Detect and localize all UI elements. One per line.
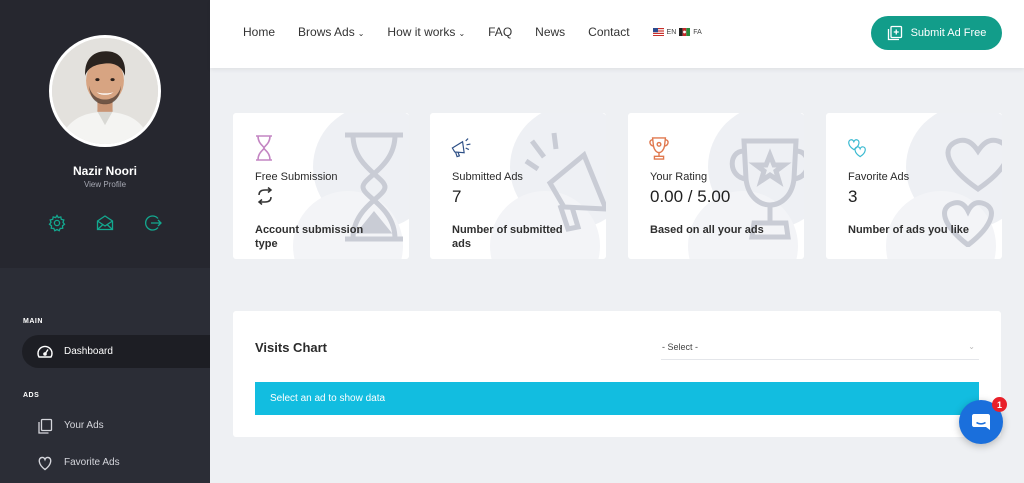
menu-item-browse-ads[interactable]: Brows Ads ⌄: [298, 25, 364, 39]
envelope-icon[interactable]: [95, 213, 115, 233]
chevron-down-icon: ⌄: [968, 342, 975, 351]
visits-chart-panel: Visits Chart - Select - ⌄ Select an ad t…: [233, 311, 1001, 437]
hearts-small-icon: [846, 134, 868, 162]
card-description: Number of ads you like: [848, 224, 970, 236]
card-title: Your Rating: [650, 171, 708, 183]
menu-item-faq[interactable]: FAQ: [488, 25, 512, 39]
af-flag-icon[interactable]: [679, 28, 691, 36]
sidebar-item-label: Dashboard: [64, 346, 113, 357]
profile-panel: Nazir Noori View Profile: [0, 0, 210, 268]
card-title: Favorite Ads: [848, 171, 910, 183]
select-value: - Select -: [662, 342, 699, 352]
language-switcher: EN FA: [652, 28, 702, 36]
card-free-submission: Free Submission Account submission type: [233, 113, 409, 259]
logout-icon[interactable]: [143, 213, 163, 233]
profile-name: Nazir Noori: [72, 164, 137, 178]
dashboard-gauge-icon: [36, 343, 54, 361]
menu-item-home[interactable]: Home: [243, 25, 275, 39]
megaphone-small-icon: [450, 134, 472, 162]
sidebar-item-dashboard[interactable]: Dashboard: [22, 335, 210, 368]
card-value: 7: [452, 187, 462, 206]
top-navbar: Home Brows Ads ⌄ How it works ⌄ FAQ News C…: [210, 0, 1024, 68]
gear-icon[interactable]: [47, 213, 67, 233]
card-description: Number of submitted ads: [452, 224, 563, 250]
hourglass-small-icon: [253, 134, 275, 162]
menu-item-contact[interactable]: Contact: [588, 25, 629, 39]
profile-actions: [47, 213, 163, 233]
main-menu: Home Brows Ads ⌄ How it works ⌄ FAQ News C…: [243, 25, 702, 39]
sidebar: Nazir Noori View Profile MAIN Dashboard …: [0, 0, 210, 483]
chevron-down-icon: ⌄: [458, 29, 466, 38]
language-en[interactable]: EN: [667, 29, 677, 36]
menu-item-news[interactable]: News: [535, 25, 565, 39]
card-favorite-ads: Favorite Ads 3 Number of ads you like: [826, 113, 1002, 259]
sidebar-item-label: Favorite Ads: [64, 457, 120, 468]
info-message: Select an ad to show data: [270, 393, 386, 404]
card-value: 0.00 / 5.00: [650, 187, 731, 206]
section-label-ads: ADS: [23, 392, 40, 399]
us-flag-icon[interactable]: [652, 28, 664, 36]
chat-notification-badge: 1: [992, 397, 1007, 412]
chevron-down-icon: ⌄: [357, 29, 365, 38]
menu-item-how-it-works[interactable]: How it works ⌄: [387, 25, 465, 39]
submit-ad-button[interactable]: Submit Ad Free: [871, 16, 1002, 50]
sidebar-item-favorite-ads[interactable]: Favorite Ads: [22, 446, 210, 479]
copy-icon: [36, 417, 54, 435]
ad-select-dropdown[interactable]: - Select - ⌄: [661, 338, 979, 360]
card-submitted-ads: Submitted Ads 7 Number of submitted ads: [430, 113, 606, 259]
heart-icon: [36, 454, 54, 472]
card-your-rating: Your Rating 0.00 / 5.00 Based on all you…: [628, 113, 804, 259]
section-label-main: MAIN: [23, 318, 43, 325]
card-description: Based on all your ads: [650, 224, 764, 236]
repeat-icon: [255, 187, 275, 205]
chat-bubble-icon: [972, 414, 990, 430]
card-description: Account submission type: [255, 224, 364, 250]
add-document-icon: [887, 25, 903, 41]
avatar[interactable]: [49, 35, 161, 147]
sidebar-item-your-ads[interactable]: Your Ads: [22, 409, 210, 442]
view-profile-link[interactable]: View Profile: [0, 180, 210, 189]
card-title: Free Submission: [255, 171, 338, 183]
card-title: Submitted Ads: [452, 171, 523, 183]
visits-chart-title: Visits Chart: [255, 340, 328, 355]
language-fa[interactable]: FA: [693, 29, 702, 36]
trophy-small-icon: [648, 134, 670, 162]
card-value: 3: [848, 187, 858, 206]
info-alert: Select an ad to show data: [255, 382, 979, 415]
sidebar-item-label: Your Ads: [64, 420, 104, 431]
